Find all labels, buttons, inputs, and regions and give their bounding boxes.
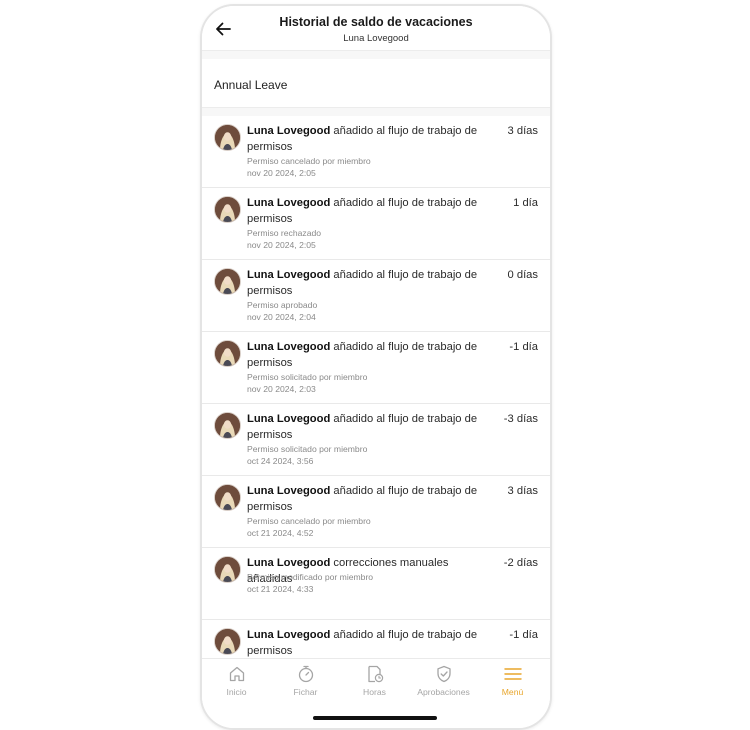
- entry-amount: 1 día: [513, 197, 538, 209]
- entry-date: nov 20 2024, 2:05: [247, 168, 316, 178]
- entry-amount: -2 días: [503, 557, 538, 569]
- avatar: [214, 340, 241, 367]
- history-row[interactable]: Luna Lovegood añadido al flujo de trabaj…: [202, 476, 550, 548]
- page-title: Historial de saldo de vacaciones: [279, 15, 473, 29]
- leave-type-section: Annual Leave: [202, 59, 550, 108]
- entry-text: Luna Lovegood añadido al flujo de trabaj…: [247, 628, 487, 659]
- entry-amount: 0 días: [507, 269, 538, 281]
- entry-status: Permiso solicitado por miembro: [247, 372, 368, 382]
- entry-date: oct 24 2024, 3:56: [247, 456, 314, 466]
- avatar-image: [215, 629, 240, 654]
- tab-aprobaciones[interactable]: Aprobaciones: [409, 665, 478, 697]
- entry-date: nov 20 2024, 2:03: [247, 384, 316, 394]
- entry-status: Permiso cancelado por miembro: [247, 156, 371, 166]
- member-name: Luna Lovegood: [247, 485, 331, 497]
- entry-date: nov 20 2024, 2:04: [247, 312, 316, 322]
- entry-text: Luna Lovegood añadido al flujo de trabaj…: [247, 268, 487, 299]
- entry-status: Permiso rechazado: [247, 228, 322, 238]
- avatar: [214, 628, 241, 655]
- entry-amount: 3 días: [507, 125, 538, 137]
- avatar-image: [215, 341, 240, 366]
- arrow-left-icon: [216, 22, 231, 36]
- history-row[interactable]: Luna Lovegood añadido al flujo de trabaj…: [202, 404, 550, 476]
- member-name: Luna Lovegood: [247, 269, 331, 281]
- entry-text: Luna Lovegood añadido al flujo de trabaj…: [247, 124, 487, 155]
- entry-status: Permiso aprobado: [247, 300, 318, 310]
- entry-amount: -1 día: [509, 629, 538, 641]
- entry-status: Permiso cancelado por miembro: [247, 516, 371, 526]
- entry-text: Luna Lovegood añadido al flujo de trabaj…: [247, 340, 487, 371]
- member-name: Luna Lovegood: [247, 197, 331, 209]
- history-row[interactable]: Luna Lovegood correcciones manuales añad…: [202, 548, 550, 620]
- member-name: Luna Lovegood: [247, 125, 331, 137]
- avatar-image: [215, 125, 240, 150]
- entry-amount: -3 días: [503, 413, 538, 425]
- tab-label: Horas: [363, 687, 386, 697]
- entry-status: Permiso solicitado por miembro: [247, 444, 368, 454]
- tab-menu[interactable]: Menú: [478, 665, 547, 697]
- avatar-image: [215, 485, 240, 510]
- menu-icon: [503, 668, 522, 680]
- shield-check-icon: [436, 665, 451, 683]
- tab-label: Menú: [501, 687, 524, 697]
- history-row[interactable]: Luna Lovegood añadido al flujo de trabaj…: [202, 116, 550, 188]
- history-row[interactable]: Luna Lovegood añadido al flujo de trabaj…: [202, 188, 550, 260]
- tab-inicio[interactable]: Inicio: [202, 665, 271, 697]
- page-subtitle: Luna Lovegood: [343, 33, 409, 44]
- member-name: Luna Lovegood: [247, 341, 331, 353]
- history-list: Luna Lovegood añadido al flujo de trabaj…: [202, 116, 550, 692]
- app-screen: Historial de saldo de vacaciones Luna Lo…: [202, 6, 550, 728]
- avatar-image: [215, 197, 240, 222]
- section-divider: [202, 51, 550, 59]
- entry-text: Luna Lovegood añadido al flujo de trabaj…: [247, 484, 487, 515]
- member-name: Luna Lovegood: [247, 629, 331, 641]
- timesheet-icon: [367, 665, 383, 683]
- entry-text: Luna Lovegood añadido al flujo de trabaj…: [247, 412, 487, 443]
- tab-fichar[interactable]: Fichar: [271, 665, 340, 697]
- avatar-image: [215, 413, 240, 438]
- entry-status: Permiso modificado por miembro: [247, 572, 374, 582]
- avatar: [214, 268, 241, 295]
- avatar-image: [215, 269, 240, 294]
- avatar: [214, 124, 241, 151]
- avatar: [214, 484, 241, 511]
- home-icon: [229, 666, 244, 682]
- history-row[interactable]: Luna Lovegood añadido al flujo de trabaj…: [202, 260, 550, 332]
- avatar-image: [215, 557, 240, 582]
- tab-label: Fichar: [293, 687, 318, 697]
- stopwatch-icon: [298, 665, 313, 683]
- avatar: [214, 196, 241, 223]
- member-name: Luna Lovegood: [247, 557, 331, 569]
- avatar: [214, 556, 241, 583]
- tab-label: Aprobaciones: [417, 687, 470, 697]
- phone-frame: Historial de saldo de vacaciones Luna Lo…: [200, 4, 552, 730]
- page-header: Historial de saldo de vacaciones Luna Lo…: [202, 6, 550, 51]
- entry-date: nov 20 2024, 2:05: [247, 240, 316, 250]
- section-divider: [202, 108, 550, 116]
- avatar: [214, 412, 241, 439]
- entry-text: Luna Lovegood añadido al flujo de trabaj…: [247, 196, 487, 227]
- home-indicator: [313, 716, 437, 720]
- tab-horas[interactable]: Horas: [340, 665, 409, 697]
- history-row[interactable]: Luna Lovegood añadido al flujo de trabaj…: [202, 332, 550, 404]
- entry-date: oct 21 2024, 4:52: [247, 528, 314, 538]
- back-button[interactable]: [212, 18, 234, 40]
- tab-label: Inicio: [226, 687, 247, 697]
- entry-amount: 3 días: [507, 485, 538, 497]
- member-name: Luna Lovegood: [247, 413, 331, 425]
- entry-date: oct 21 2024, 4:33: [247, 584, 314, 594]
- entry-amount: -1 día: [509, 341, 538, 353]
- leave-type-title: Annual Leave: [214, 78, 288, 92]
